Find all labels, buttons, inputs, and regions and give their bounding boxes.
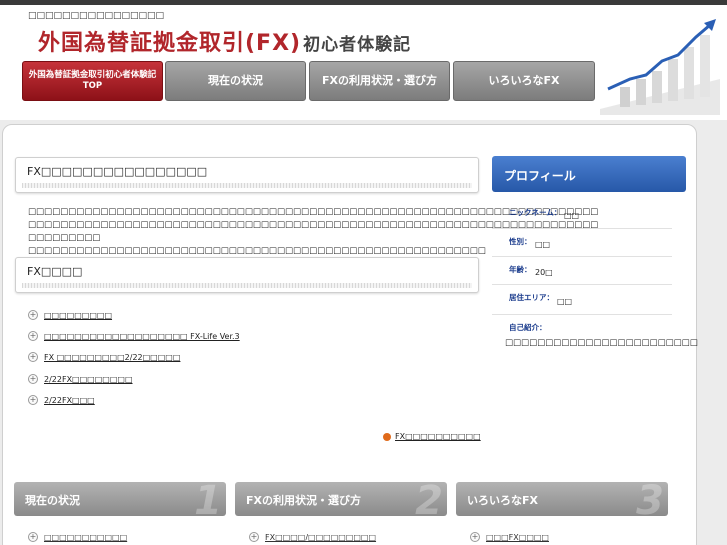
intro-line: □□□□□□□□□□□□□□□□□□□□□□□□□□□□□□□□□□□□□□□□… (28, 220, 599, 230)
news-item[interactable]: + □□□□□□□□□□□□□□□□□□□ FX-Life Ver.3 (28, 331, 240, 341)
heading-stripe (22, 283, 472, 288)
profile-label: 年齢： (509, 265, 532, 274)
intro-line: □□□□□□□□□ □□□□□□□□□□□□□□□□□□□□□□□□□□□□□□… (28, 233, 486, 256)
category-usage[interactable]: FXの利用状況・選び方 2 (235, 482, 447, 516)
profile-value: □□ (557, 297, 573, 306)
nav-item-top[interactable]: 外国為替証拠金取引初心者体験記 TOP (22, 61, 163, 101)
profile-row: 年齢： 20□ (492, 257, 672, 285)
profile-intro-label: 自己紹介： (509, 323, 547, 332)
category-number: 1 (194, 482, 222, 516)
site-logo[interactable]: 外国為替証拠金取引(FX) 初心者体験記 (38, 25, 411, 57)
category-label: いろいろなFX (467, 494, 538, 507)
profile-value: □□ (535, 240, 551, 249)
plus-icon: + (28, 352, 38, 362)
news-item-label: 2/22FX□□□□□□□□ (44, 374, 133, 384)
profile-label: 性別： (509, 237, 532, 246)
category-item[interactable]: + □□□□□□□□□□□ (28, 532, 127, 542)
plus-icon: + (28, 310, 38, 320)
category-item[interactable]: + □□□FX□□□□ (470, 532, 549, 542)
news-item-label: □□□□□□□□□□□□□□□□□□□ FX-Life Ver.3 (44, 331, 240, 341)
category-label: FXの利用状況・選び方 (246, 494, 361, 507)
logo-sub-text: 初心者体験記 (303, 35, 412, 55)
category-item[interactable]: + FX□□□□/□□□□□□□□□ (249, 532, 376, 542)
site-header: □□□□□□□□□□□□□□□□ 外国為替証拠金取引(FX) 初心者体験記 外国為… (0, 5, 727, 120)
plus-icon: + (249, 532, 259, 542)
profile-title: プロフィール (504, 169, 576, 183)
nav-item-various-fx[interactable]: いろいろなFX (453, 61, 595, 101)
logo-main-text: 外国為替証拠金取引(FX) (38, 31, 302, 56)
category-item-label: FX□□□□/□□□□□□□□□ (265, 532, 377, 542)
plus-icon: + (28, 395, 38, 405)
news-item-label: FX □□□□□□□□□2/22□□□□□ (44, 352, 181, 362)
news-item[interactable]: + □□□□□□□□□ (28, 310, 112, 320)
profile-value: □□ (564, 211, 580, 220)
intro-box-title: FX□□□□□□□□□□□□□□□□ (27, 165, 208, 178)
category-number: 3 (636, 482, 664, 516)
site-tagline: □□□□□□□□□□□□□□□□ (28, 11, 165, 21)
plus-icon: + (28, 374, 38, 384)
more-news-label: FX□□□□□□□□□□ (395, 432, 481, 441)
news-item[interactable]: + FX □□□□□□□□□2/22□□□□□ (28, 352, 180, 362)
news-box-title: FX□□□□ (27, 265, 83, 278)
nav-item-usage[interactable]: FXの利用状況・選び方 (309, 61, 450, 101)
category-various-fx[interactable]: いろいろなFX 3 (456, 482, 668, 516)
profile-intro-text: □□□□□□□□□□□□□□□□□□□□□□□□ (505, 338, 698, 348)
plus-icon: + (28, 331, 38, 341)
plus-icon: + (28, 532, 38, 542)
news-item-label: □□□□□□□□□ (44, 310, 113, 320)
profile-value: 20□ (535, 268, 553, 277)
intro-line: □□□□□□□□□□□□□□□□□□□□□□□□□□□□□□□□□□□□□□□□… (28, 207, 599, 217)
intro-box-heading: FX□□□□□□□□□□□□□□□□ (15, 157, 479, 193)
profile-label: 居住エリア： (509, 293, 554, 302)
news-box-heading: FX□□□□ (15, 257, 479, 293)
intro-text: □□□□□□□□□□□□□□□□□□□□□□□□□□□□□□□□□□□□□□□□… (28, 206, 599, 258)
heading-stripe (22, 183, 472, 188)
news-item[interactable]: +2/22FX□□□ (28, 395, 95, 405)
profile-heading: プロフィール (492, 156, 686, 192)
news-item[interactable]: +2/22FX□□□□□□□□ (28, 374, 133, 384)
profile-row: 居住エリア： □□ (492, 285, 672, 315)
profile-row: 性別： □□ (492, 229, 672, 257)
profile-row: ニックネーム： □□ (492, 200, 672, 229)
arrow-circle-icon (383, 432, 391, 441)
category-status[interactable]: 現在の状況 1 (14, 482, 226, 516)
category-number: 2 (415, 482, 443, 516)
nav-item-status[interactable]: 現在の状況 (165, 61, 306, 101)
more-news-link[interactable]: FX□□□□□□□□□□ (383, 432, 481, 441)
news-item-label: 2/22FX□□□ (44, 395, 95, 405)
growth-chart-illustration (600, 19, 720, 115)
category-label: 現在の状況 (25, 494, 80, 507)
category-item-label: □□□□□□□□□□□ (44, 532, 128, 542)
plus-icon: + (470, 532, 480, 542)
category-item-label: □□□FX□□□□ (486, 532, 549, 542)
profile-label: ニックネーム： (509, 208, 562, 217)
